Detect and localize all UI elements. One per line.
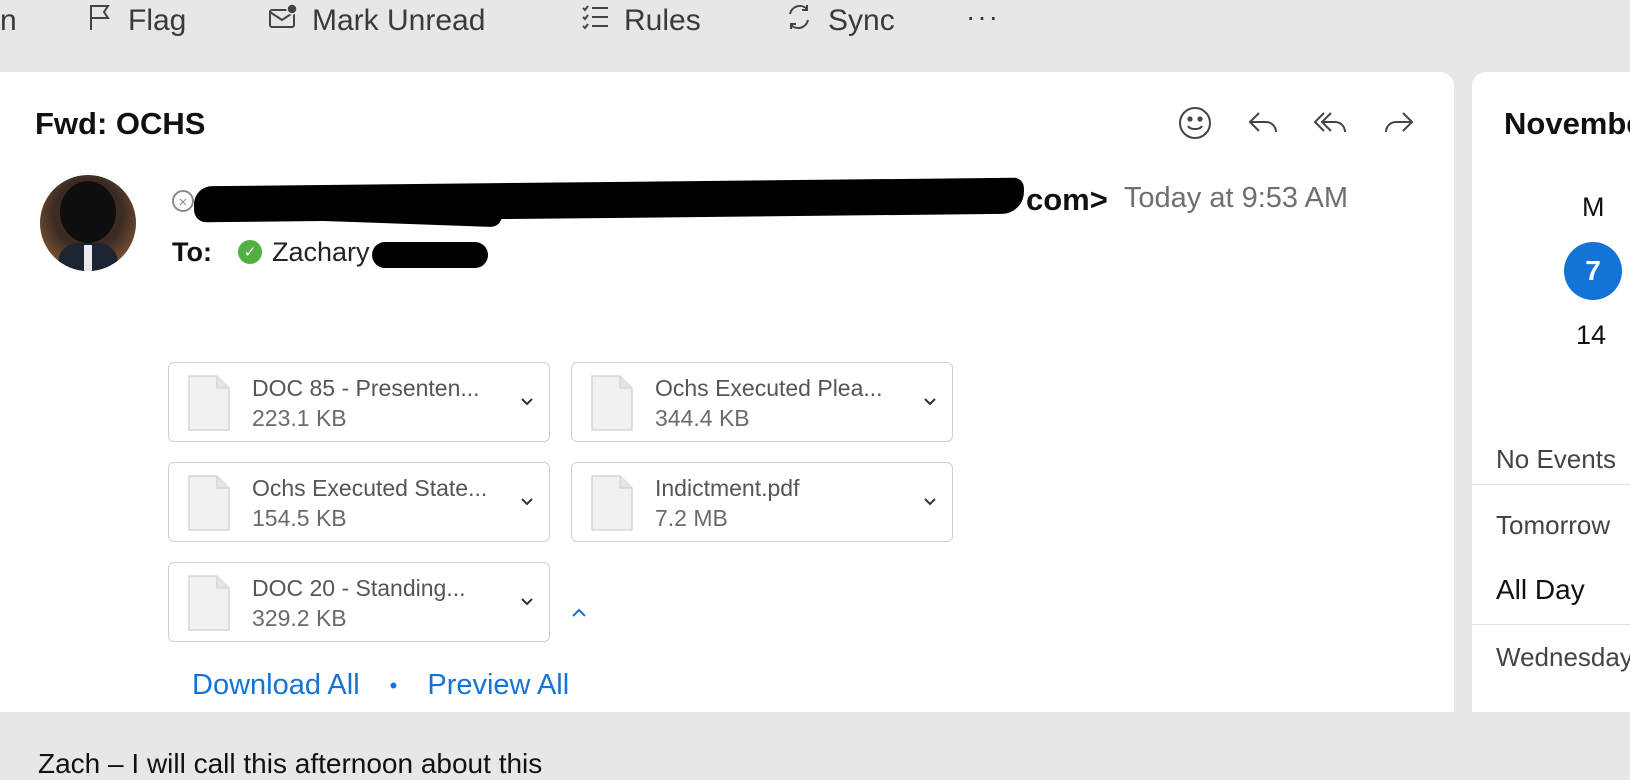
chevron-down-icon[interactable]: [920, 491, 940, 511]
attachment-name: DOC 85 - Presenten...: [252, 375, 480, 401]
agenda-tomorrow-header: Tomorrow: [1496, 510, 1611, 540]
link-separator: •: [389, 672, 398, 698]
attachment-name: Ochs Executed Plea...: [655, 375, 883, 401]
sender-row: × com>: [172, 177, 1112, 228]
agenda-wednesday-header: Wednesday: [1496, 642, 1630, 672]
chevron-down-icon[interactable]: [517, 491, 537, 511]
recipient-redaction: [371, 242, 488, 268]
calendar-weekday-header: M: [1582, 192, 1605, 222]
agenda-divider: [1472, 624, 1630, 625]
attachment-card[interactable]: Ochs Executed State... 154.5 KB: [168, 462, 550, 542]
message-date: Today at 9:53 AM: [1123, 182, 1348, 214]
download-all-link[interactable]: Download All: [192, 669, 360, 702]
toolbar: n Flag Mark Unread Rules Sync ···: [0, 0, 1630, 70]
rules-icon: [580, 2, 610, 40]
attachment-size: 329.2 KB: [252, 605, 347, 631]
attachment-card[interactable]: Indictment.pdf 7.2 MB: [571, 462, 953, 542]
more-icon: ···: [966, 1, 1000, 32]
sender-address-end[interactable]: com>: [1026, 182, 1108, 218]
calendar-today-date[interactable]: 7: [1564, 242, 1622, 300]
agenda-divider: [1472, 484, 1630, 485]
attachment-size: 7.2 MB: [655, 505, 728, 531]
forward-icon[interactable]: [1380, 104, 1418, 142]
flag-icon: [84, 2, 114, 40]
document-icon: [188, 475, 230, 531]
document-icon: [591, 375, 633, 431]
flag-button[interactable]: Flag: [84, 0, 186, 42]
toolbar-partial-label: n: [0, 4, 17, 37]
document-icon: [188, 375, 230, 431]
emoji-reaction-icon[interactable]: [1176, 104, 1214, 142]
chevron-down-icon[interactable]: [920, 391, 940, 411]
mark-unread-button[interactable]: Mark Unread: [268, 0, 485, 42]
recipient-name[interactable]: Zachary: [272, 237, 370, 268]
rules-button[interactable]: Rules: [580, 0, 701, 42]
mark-unread-label: Mark Unread: [312, 4, 486, 37]
more-button[interactable]: ···: [966, 0, 1000, 38]
reply-icon[interactable]: [1244, 104, 1282, 142]
chevron-down-icon[interactable]: [517, 391, 537, 411]
preview-all-link[interactable]: Preview All: [427, 669, 569, 702]
rules-label: Rules: [624, 4, 701, 37]
sync-button[interactable]: Sync: [784, 0, 895, 42]
attachment-card[interactable]: Ochs Executed Plea... 344.4 KB: [571, 362, 953, 442]
agenda-all-day-event[interactable]: All Day: [1496, 574, 1585, 606]
attachment-card[interactable]: DOC 20 - Standing... 329.2 KB: [168, 562, 550, 642]
sender-remove-icon[interactable]: ×: [172, 190, 194, 212]
calendar-month-title: November: [1504, 106, 1630, 141]
attachment-name: Indictment.pdf: [655, 475, 800, 501]
message-subject: Fwd: OCHS: [35, 106, 206, 141]
envelope-unread-icon: [268, 2, 298, 40]
avatar-tie: [84, 245, 92, 271]
sender-avatar: [40, 175, 136, 271]
agenda-no-events: No Events: [1496, 444, 1616, 474]
attachment-size: 154.5 KB: [252, 505, 347, 531]
message-actions: [1176, 104, 1418, 142]
collapse-attachments-icon[interactable]: [568, 602, 590, 624]
attachment-size: 223.1 KB: [252, 405, 347, 431]
attachment-links: Download All • Preview All: [192, 669, 569, 702]
sync-label: Sync: [828, 4, 895, 37]
recipient-row: To: ✓ Zachary: [172, 232, 488, 272]
reply-all-icon[interactable]: [1312, 104, 1350, 142]
attachment-size: 344.4 KB: [655, 405, 750, 431]
toolbar-partial-item[interactable]: n: [0, 0, 17, 42]
document-icon: [188, 575, 230, 631]
avatar-face-scribble: [60, 181, 116, 243]
attachment-card[interactable]: DOC 85 - Presenten... 223.1 KB: [168, 362, 550, 442]
flag-label: Flag: [128, 4, 187, 37]
message-body: Zach – I will call this afternoon about …: [38, 748, 543, 779]
calendar-date[interactable]: 14: [1576, 320, 1606, 351]
sync-icon: [784, 2, 814, 40]
message-view: Fwd: OCHS × com> Today at 9:53 AM To: ✓ …: [0, 72, 1454, 779]
presence-check-icon: ✓: [237, 240, 262, 264]
chevron-down-icon[interactable]: [517, 591, 537, 611]
to-label: To:: [172, 236, 212, 267]
calendar-panel: November M 7 14 No Events Tomorrow All D…: [1472, 72, 1630, 712]
attachment-name: Ochs Executed State...: [252, 475, 488, 501]
document-icon: [591, 475, 633, 531]
attachment-name: DOC 20 - Standing...: [252, 575, 466, 601]
